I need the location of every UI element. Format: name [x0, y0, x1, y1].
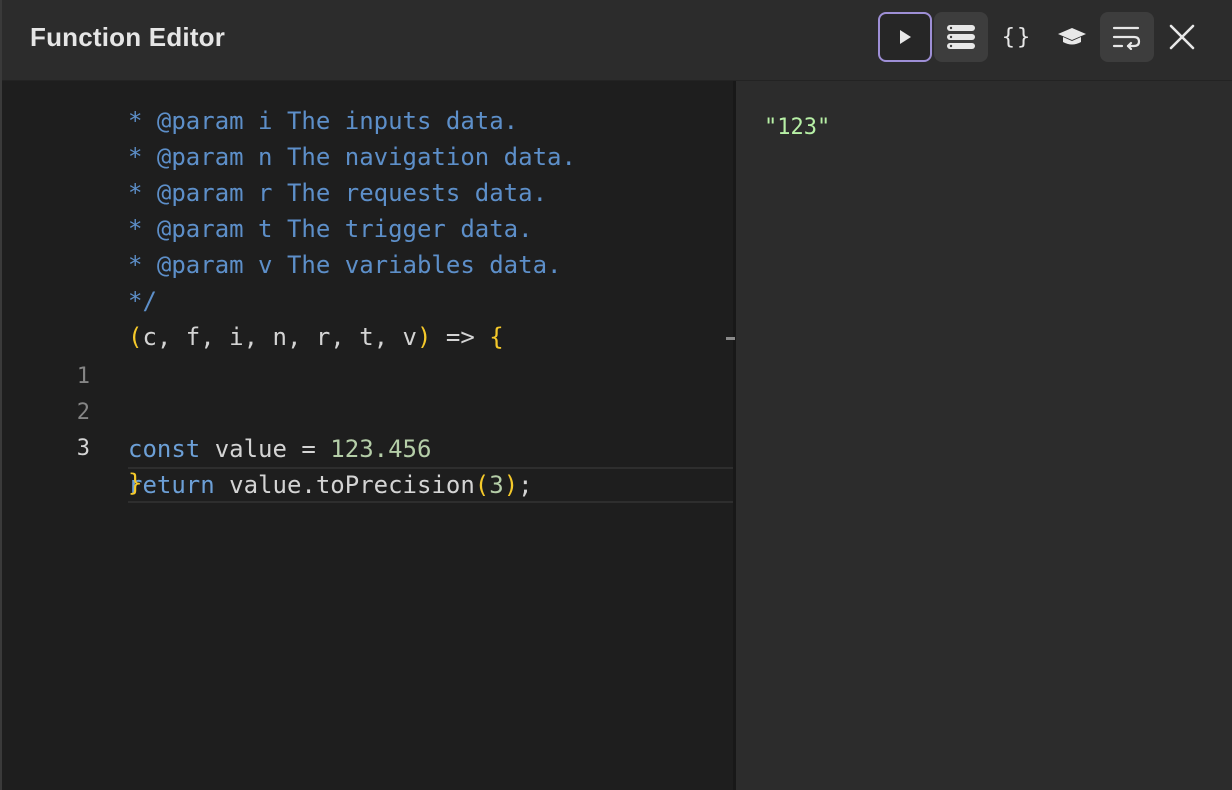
closing-brace: }: [128, 469, 143, 497]
format-button[interactable]: {}: [990, 12, 1044, 62]
page-title: Function Editor: [30, 22, 226, 52]
semicolon: ;: [518, 471, 533, 499]
close-button[interactable]: [1155, 12, 1209, 62]
paren-close: ): [503, 471, 519, 499]
code-line-closing: }: [2, 429, 733, 497]
code-line-comment: * @param t The trigger data.: [2, 175, 733, 243]
code-line-comment: * @param r The requests data.: [2, 139, 733, 207]
output-value: "123": [764, 115, 831, 140]
scrollbar-marker: [726, 337, 735, 340]
stack-icon: [947, 25, 975, 49]
editor-header: Function Editor {}: [2, 0, 1232, 81]
play-icon: [900, 30, 911, 44]
code-line-comment: * @param i The inputs data.: [2, 81, 733, 135]
method-call-text: value.toPrecision: [214, 471, 475, 499]
tutorial-button[interactable]: [1045, 12, 1099, 62]
run-button[interactable]: [878, 12, 932, 62]
paren-open: (: [474, 471, 490, 499]
word-wrap-button[interactable]: [1100, 12, 1154, 62]
code-line-1[interactable]: 1: [2, 323, 733, 389]
code-line-comment: */: [2, 247, 733, 315]
output-panel: "123": [736, 81, 1232, 790]
code-line-comment: * @param n The navigation data.: [2, 103, 733, 171]
graduation-cap-icon: [1058, 28, 1086, 45]
line-3-code: return value.toPrecision(3);: [128, 467, 733, 503]
wrap-icon: [1112, 26, 1141, 50]
function-editor-window: Function Editor {} * @param i The inputs…: [0, 0, 1232, 790]
braces-icon: {}: [1001, 24, 1033, 50]
code-line-comment: * @param v The variables data.: [2, 211, 733, 279]
layout-toggle-button[interactable]: [934, 12, 988, 62]
number-argument: 3: [489, 471, 504, 499]
code-line-2[interactable]: 2 const value = 123.456: [2, 359, 733, 463]
code-editor[interactable]: * @param i The inputs data. * @param n T…: [2, 81, 733, 790]
code-line-3[interactable]: 3 return value.toPrecision(3);: [2, 395, 733, 503]
code-line-signature: (c, f, i, n, r, t, v) => {: [2, 283, 733, 351]
close-icon: [1169, 24, 1195, 50]
